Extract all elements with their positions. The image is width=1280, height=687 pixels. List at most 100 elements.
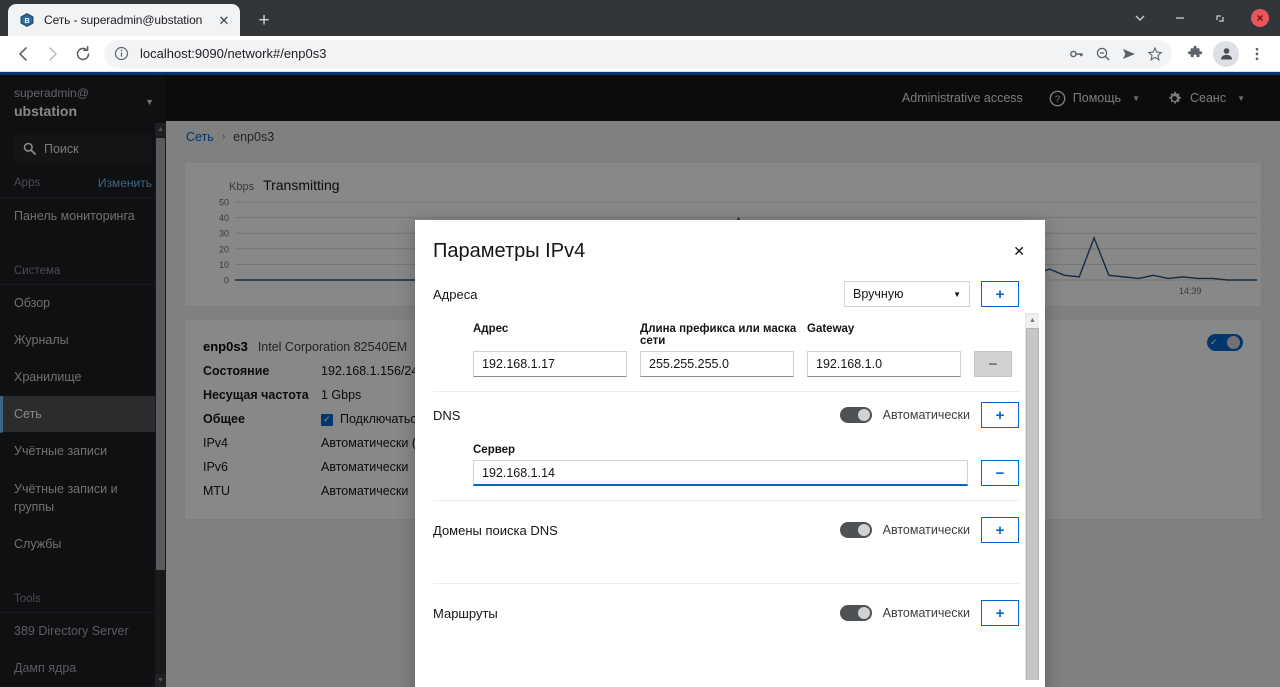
- extensions-puzzle-icon[interactable]: [1180, 39, 1210, 69]
- prefix-input[interactable]: 255.255.255.0: [640, 351, 794, 377]
- sidebar: superadmin@ ubstation ▼ Поиск Apps Измен…: [0, 75, 166, 687]
- dns-search-automatic-toggle[interactable]: [839, 522, 872, 538]
- cockpit-app: superadmin@ ubstation ▼ Поиск Apps Измен…: [0, 72, 1280, 687]
- addresses-controls: Вручную ▼ +: [844, 281, 1019, 307]
- interface-enable-toggle[interactable]: ✓: [1207, 334, 1243, 351]
- gear-icon: [1166, 90, 1183, 107]
- close-icon[interactable]: ✕: [1013, 244, 1025, 258]
- session-label: Сеанс: [1189, 91, 1227, 105]
- routes-automatic-toggle[interactable]: [839, 605, 872, 621]
- window-close-button[interactable]: [1240, 0, 1280, 36]
- page-title: Параметры IPv4: [433, 240, 586, 262]
- reload-button[interactable]: [68, 39, 98, 69]
- scroll-down-icon[interactable]: ▼: [155, 674, 166, 687]
- sidebar-item-kernel-dump[interactable]: Дамп ядра: [0, 650, 166, 687]
- sidebar-item-network[interactable]: Сеть: [0, 396, 166, 434]
- dialog-scrollbar[interactable]: ▲ ▼: [1025, 313, 1039, 680]
- dns-automatic-toggle[interactable]: [839, 407, 872, 423]
- ipv4-settings-dialog: Параметры IPv4 ✕ Адреса Вручную ▼ + Адре…: [415, 220, 1045, 687]
- breadcrumb-link-network[interactable]: Сеть: [186, 130, 214, 144]
- sidebar-item-accounts-groups[interactable]: Учётные записи и группы: [0, 471, 166, 526]
- add-dns-button[interactable]: +: [981, 402, 1019, 428]
- back-button[interactable]: [8, 39, 38, 69]
- browser-tab[interactable]: B Сеть - superadmin@ubstation ✕: [8, 4, 240, 36]
- chart-header: Kbps Transmitting: [229, 177, 1245, 193]
- column-header-prefix: Длина префикса или маска сети: [640, 323, 797, 347]
- row-value: Автоматически: [321, 484, 409, 498]
- window-maximize-icon[interactable]: [1200, 0, 1240, 36]
- dns-search-section: Домены поиска DNS Автоматически +: [433, 501, 1019, 583]
- row-value: Автоматически (D: [321, 436, 426, 450]
- address-input[interactable]: 192.168.1.17: [473, 351, 627, 377]
- help-menu[interactable]: ? Помощь ▼: [1036, 90, 1153, 107]
- sidebar-user-switcher[interactable]: superadmin@ ubstation ▼: [0, 75, 166, 132]
- tab-close-icon[interactable]: ✕: [216, 12, 232, 28]
- remove-address-button[interactable]: −: [974, 351, 1012, 377]
- add-route-button[interactable]: +: [981, 600, 1019, 626]
- addresses-mode-value: Вручную: [853, 287, 904, 301]
- scroll-up-icon[interactable]: ▲: [1026, 314, 1039, 327]
- svg-text:B: B: [24, 18, 29, 25]
- share-icon[interactable]: [1116, 41, 1142, 67]
- remove-dns-button[interactable]: −: [981, 460, 1019, 486]
- administrative-access-label: Administrative access: [901, 91, 1023, 105]
- dialog-header: Параметры IPv4 ✕: [415, 220, 1045, 271]
- sidebar-item-logs[interactable]: Журналы: [0, 322, 166, 360]
- checkbox-label: Подключаться: [340, 412, 424, 426]
- addresses-header-row: Адреса Вручную ▼ +: [433, 271, 1019, 319]
- forward-button[interactable]: [38, 39, 68, 69]
- row-label: IPv6: [203, 460, 229, 474]
- add-dns-search-button[interactable]: +: [981, 517, 1019, 543]
- interface-description: Intel Corporation 82540EM: [257, 339, 408, 354]
- scroll-up-icon[interactable]: ▲: [155, 123, 166, 136]
- profile-avatar-icon[interactable]: [1213, 40, 1239, 67]
- dialog-scrollbar-thumb[interactable]: [1026, 328, 1039, 680]
- omnibox-actions: [1064, 41, 1168, 67]
- gateway-input[interactable]: 192.168.1.0: [807, 351, 961, 377]
- sidebar-item-389-directory-server[interactable]: 389 Directory Server: [0, 613, 166, 651]
- address-bar[interactable]: localhost:9090/network#/enp0s3: [104, 39, 1172, 68]
- administrative-access-button[interactable]: Administrative access: [889, 91, 1036, 105]
- sidebar-user-host: ubstation: [14, 102, 77, 119]
- row-value: 1 Gbps: [321, 388, 362, 402]
- dns-automatic-label: Автоматически: [882, 408, 970, 422]
- svg-text:0: 0: [224, 276, 229, 286]
- addresses-column-headers: Адрес Длина префикса или маска сети Gate…: [473, 323, 1019, 347]
- search-input[interactable]: Поиск: [14, 134, 152, 163]
- chart-ylabel: Kbps: [229, 181, 255, 193]
- window-chevron-down-icon[interactable]: [1120, 0, 1160, 36]
- window-minimize-icon[interactable]: [1160, 0, 1200, 36]
- sidebar-item-dashboard[interactable]: Панель мониторинга: [0, 198, 166, 235]
- search-icon: [23, 142, 36, 156]
- sidebar-item-storage[interactable]: Хранилище: [0, 359, 166, 397]
- addresses-mode-select[interactable]: Вручную ▼: [844, 281, 970, 307]
- sidebar-item-accounts[interactable]: Учётные записи: [0, 433, 166, 471]
- address-row: 192.168.1.17 255.255.255.0 192.168.1.0 −: [473, 351, 1019, 377]
- key-icon[interactable]: [1064, 41, 1090, 67]
- sidebar-item-services[interactable]: Службы: [0, 526, 166, 563]
- sidebar-edit-apps-link[interactable]: Изменить: [98, 176, 152, 190]
- svg-text:40: 40: [219, 213, 229, 223]
- sidebar-group-title: Tools: [14, 592, 41, 605]
- dialog-footer: Save Отмена: [415, 680, 1045, 687]
- sidebar-scrollbar-thumb[interactable]: [156, 138, 165, 570]
- column-header-address: Адрес: [473, 323, 509, 335]
- session-menu[interactable]: Сеанс ▼: [1153, 90, 1258, 107]
- more-vertical-icon[interactable]: [1242, 39, 1272, 69]
- connect-automatically-checkbox[interactable]: ✓: [321, 413, 333, 426]
- sidebar-scrollbar[interactable]: ▲ ▼: [155, 123, 166, 687]
- zoom-out-icon[interactable]: [1090, 41, 1116, 67]
- routes-automatic-label: Автоматически: [882, 606, 970, 620]
- tab-title: Сеть - superadmin@ubstation: [44, 13, 203, 27]
- window-controls: [1120, 0, 1280, 36]
- routes-section: Маршруты Автоматически +: [433, 584, 1019, 638]
- dns-server-input[interactable]: 192.168.1.14: [473, 460, 968, 486]
- add-address-button[interactable]: +: [981, 281, 1019, 307]
- star-icon[interactable]: [1142, 41, 1168, 67]
- routes-header-row: Маршруты Автоматически +: [433, 584, 1019, 638]
- breadcrumb-separator-icon: ›: [221, 131, 226, 142]
- sidebar-item-overview[interactable]: Обзор: [0, 285, 166, 323]
- new-tab-button[interactable]: +: [250, 6, 278, 34]
